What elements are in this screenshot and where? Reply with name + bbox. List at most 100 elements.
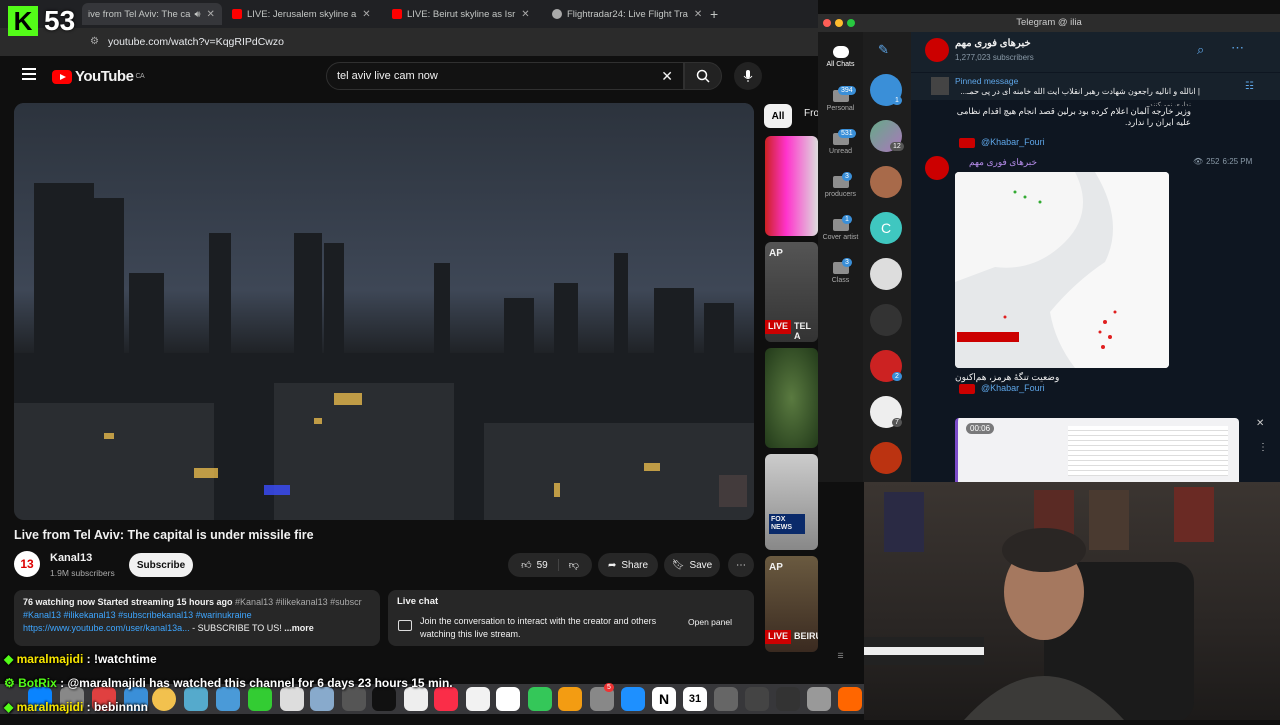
- close-tab-icon[interactable]: ✕: [206, 9, 214, 20]
- chat-avatar[interactable]: [870, 166, 902, 198]
- more-menu-icon[interactable]: ⋯: [1231, 40, 1244, 56]
- chat-avatar[interactable]: 7: [870, 396, 902, 428]
- youtube-favicon-icon: [392, 9, 402, 19]
- filter-chip-all[interactable]: All: [764, 104, 792, 128]
- channel-handle-link[interactable]: @Khabar_Fouri: [981, 383, 1045, 393]
- video-player[interactable]: [14, 103, 754, 520]
- video-title: Live from Tel Aviv: The capital is under…: [14, 528, 314, 542]
- pin-list-icon[interactable]: ☷: [1245, 81, 1254, 92]
- channel-avatar[interactable]: [925, 38, 949, 62]
- voice-search-button[interactable]: [734, 62, 762, 90]
- subscribe-button[interactable]: Subscribe: [129, 553, 193, 577]
- subscriber-count: 1.9M subscribers: [50, 568, 115, 578]
- open-panel-button[interactable]: Open panel: [688, 617, 732, 627]
- zoom-window-icon[interactable]: [847, 19, 855, 27]
- map-caption: وضعیت تنگهٔ هرمز، هم‌اکنون: [955, 372, 1060, 382]
- live-badge: LIVE: [765, 320, 792, 334]
- close-tab-icon[interactable]: ✕: [362, 9, 370, 20]
- hashtags-link[interactable]: #Kanal13 #ilikekanal13 #subscribekanal13…: [23, 610, 252, 620]
- chat-avatar[interactable]: C: [870, 212, 902, 244]
- chat-avatar[interactable]: [870, 304, 902, 336]
- url-text[interactable]: youtube.com/watch?v=KqgRIPdCwzo: [108, 36, 284, 48]
- video-frame: [1068, 426, 1228, 476]
- sender-avatar[interactable]: [925, 156, 949, 180]
- map-image[interactable]: [955, 172, 1169, 368]
- channel-subscribers: 1,277,023 subscribers: [955, 53, 1034, 62]
- sender-name[interactable]: خبرهای فوری مهم: [969, 157, 1037, 168]
- youtube-play-icon: [52, 69, 72, 84]
- ap-label: AP: [769, 248, 783, 259]
- channel-name[interactable]: Kanal13: [50, 552, 92, 564]
- minimize-window-icon[interactable]: [835, 19, 843, 27]
- save-button[interactable]: 🔖︎ Save: [664, 553, 720, 577]
- youtube-header: YouTube CA tel aviv live cam now ✕: [0, 56, 818, 96]
- folder-label: Unread: [829, 148, 852, 155]
- video-options-icon[interactable]: ⋮: [1258, 442, 1268, 453]
- message-time: 6:25 PM: [1222, 157, 1253, 166]
- folder-all-chats[interactable]: All Chats: [818, 46, 863, 68]
- close-video-icon[interactable]: ✕: [1256, 418, 1264, 429]
- share-button[interactable]: ➦ Share: [598, 553, 658, 577]
- like-count: 59: [536, 559, 548, 571]
- video-message-preview[interactable]: 00:06: [955, 418, 1239, 482]
- browser-tab-active[interactable]: ive from Tel Aviv: The ca 🔊︎ ✕: [82, 3, 222, 25]
- menu-icon[interactable]: [22, 68, 36, 80]
- suggested-video-thumbnail[interactable]: FOX NEWS: [765, 454, 818, 550]
- chat-avatar[interactable]: [870, 442, 902, 474]
- channel-title[interactable]: خبرهای فوری مهم: [955, 38, 1031, 49]
- folder-producers[interactable]: 3 producers: [818, 172, 863, 198]
- fox-news-logo: FOX NEWS: [769, 514, 805, 534]
- country-code: CA: [135, 73, 145, 80]
- clear-search-icon[interactable]: ✕: [661, 68, 673, 85]
- like-button[interactable]: 👍︎ 59: [521, 559, 559, 571]
- chat-bubble-icon: [398, 620, 412, 631]
- channel-handle-link[interactable]: @Khabar_Fouri: [981, 137, 1045, 147]
- chat-message: ◆ maralmajidi : bebinnnn: [4, 700, 148, 714]
- pinned-message-bar[interactable]: Pinned message | اناللّه و انالیه راجعون…: [911, 72, 1280, 100]
- filter-chip-from[interactable]: Fro: [804, 108, 819, 119]
- channel-url-link[interactable]: https://www.youtube.com/user/kanal13a...: [23, 623, 190, 633]
- chat-avatar[interactable]: [870, 258, 902, 290]
- folder-unread[interactable]: 531 Unread: [818, 129, 863, 155]
- folder-cover-artist[interactable]: 1 Cover artist: [818, 215, 863, 241]
- show-more-link[interactable]: ...more: [284, 623, 314, 633]
- search-button[interactable]: [684, 62, 722, 90]
- unread-badge: 12: [890, 142, 904, 151]
- view-count: 252: [1206, 157, 1220, 166]
- browser-tab[interactable]: LIVE: Beirut skyline as Isr ✕: [386, 3, 542, 25]
- live-chat-panel: Live chat Join the conversation to inter…: [388, 590, 754, 646]
- suggested-video-thumbnail[interactable]: AP LIVE BEIRU: [765, 556, 818, 652]
- youtube-logo[interactable]: YouTube CA: [52, 68, 145, 85]
- close-tab-icon[interactable]: ✕: [521, 9, 529, 20]
- dislike-button[interactable]: 👎︎: [559, 559, 579, 571]
- tel-aviv-skyline-image: [14, 103, 754, 520]
- new-tab-button[interactable]: +: [704, 3, 724, 25]
- suggested-video-thumbnail[interactable]: AP LIVE TEL A: [765, 242, 818, 342]
- close-window-icon[interactable]: [823, 19, 831, 27]
- share-label: Share: [621, 559, 649, 571]
- address-bar[interactable]: ⚙︎ youtube.com/watch?v=KqgRIPdCwzo: [0, 28, 818, 56]
- bookmark-icon: 🔖︎: [671, 559, 685, 571]
- suggested-video-thumbnail[interactable]: [765, 136, 818, 236]
- compose-icon[interactable]: ✎: [878, 42, 889, 58]
- more-actions-button[interactable]: ⋯: [728, 553, 754, 577]
- close-tab-icon[interactable]: ✕: [694, 9, 702, 20]
- live-chat-title: Live chat: [397, 596, 439, 607]
- chat-avatar[interactable]: 12: [870, 120, 904, 152]
- chat-avatar[interactable]: 2: [870, 350, 902, 382]
- browser-tab[interactable]: LIVE: Jerusalem skyline a ✕: [226, 3, 382, 25]
- bot-icon: ⚙︎: [4, 676, 15, 690]
- channel-avatar[interactable]: 13: [14, 551, 40, 577]
- streamer-webcam: [864, 482, 1280, 722]
- search-icon: [696, 69, 710, 83]
- chat-view: خبرهای فوری مهم 1,277,023 subscribers ⌕ …: [911, 32, 1280, 482]
- suggested-video-thumbnail[interactable]: [765, 348, 818, 448]
- chat-avatar[interactable]: 1: [870, 74, 902, 106]
- search-input[interactable]: tel aviv live cam now ✕: [326, 62, 684, 90]
- video-description[interactable]: 76 watching now Started streaming 15 hou…: [14, 590, 380, 646]
- browser-tab[interactable]: Flightradar24: Live Flight Tra ✕: [546, 3, 702, 25]
- folder-personal[interactable]: 394 Personal: [818, 86, 863, 112]
- search-value: tel aviv live cam now: [337, 70, 438, 82]
- folder-class[interactable]: 3 Class: [818, 258, 863, 284]
- search-icon[interactable]: ⌕: [1197, 42, 1204, 58]
